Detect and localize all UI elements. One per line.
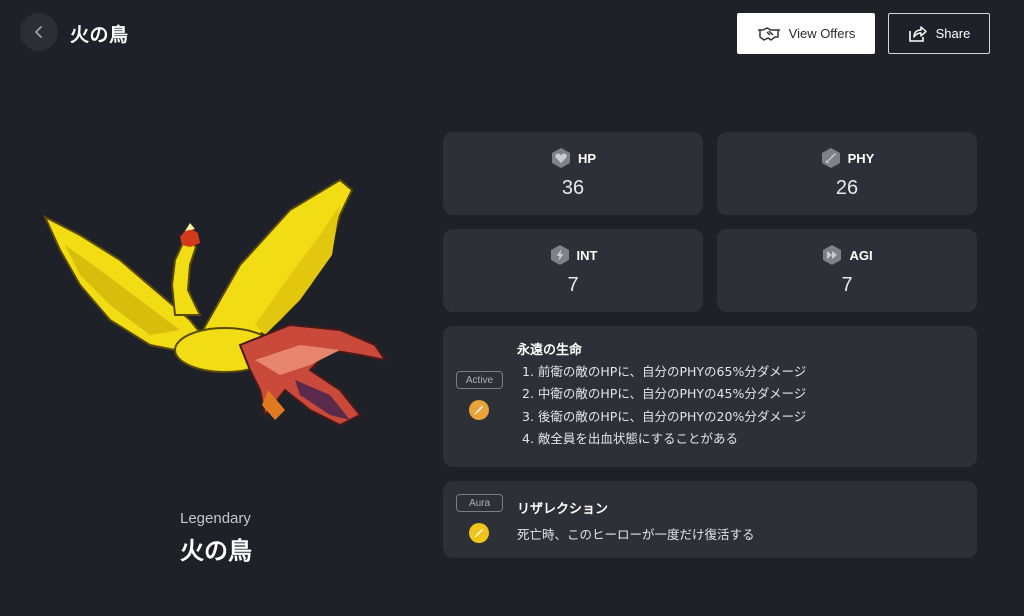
view-offers-label: View Offers — [788, 26, 856, 41]
skill-effect-line: 2. 中衛の敵のHPに、自分のPHYの45%分ダメージ — [522, 386, 807, 402]
chevron-left-icon — [34, 26, 42, 38]
phoenix-hero-image — [42, 178, 388, 427]
stat-label: AGI — [849, 247, 873, 263]
stat-value: 7 — [567, 274, 579, 296]
skill-description: 死亡時、このヒーローが一度だけ復活する — [517, 527, 755, 542]
stat-card-int: INT 7 — [443, 229, 703, 312]
share-icon — [908, 25, 927, 42]
skill-effect-line: 3. 後衛の敵のHPに、自分のPHYの20%分ダメージ — [522, 408, 807, 424]
skill-effect-line: 1. 前衛の敵のHPに、自分のPHYの65%分ダメージ — [522, 364, 807, 379]
stat-value: 36 — [561, 177, 585, 199]
lightning-hex-icon — [550, 245, 569, 265]
stat-label: PHY — [847, 150, 875, 166]
handshake-icon — [757, 26, 780, 41]
hero-name: 火の鳥 — [180, 537, 252, 565]
skill-effect-line: 4. 敵全員を出血状態にすることがある — [522, 430, 739, 446]
back-button[interactable] — [20, 13, 58, 51]
stat-card-phy: PHY 26 — [717, 132, 977, 215]
skill-effect-list: 1. 前衛の敵のHPに、自分のPHYの65%分ダメージ 2. 中衛の敵のHPに、… — [522, 361, 806, 450]
stat-card-agi: AGI 7 — [717, 229, 977, 312]
stat-value: 7 — [841, 274, 853, 296]
skill-type-tag: Aura — [456, 494, 503, 512]
skill-name: 永遠の生命 — [517, 343, 583, 358]
skill-card-aura: Aura リザレクション 死亡時、このヒーローが一度だけ復活する — [443, 481, 977, 558]
skill-type-tag: Active — [456, 371, 503, 389]
sword-icon — [469, 400, 489, 420]
stat-value: 26 — [835, 177, 859, 199]
sword-hex-icon — [821, 148, 840, 168]
view-offers-button[interactable]: View Offers — [737, 13, 875, 54]
skill-card-active: Active 永遠の生命 1. 前衛の敵のHPに、自分のPHYの65%分ダメージ… — [443, 326, 977, 467]
fast-forward-hex-icon — [823, 245, 842, 265]
share-label: Share — [935, 26, 971, 41]
share-button[interactable]: Share — [888, 13, 990, 54]
page-title: 火の鳥 — [70, 24, 129, 46]
stat-label: HP — [577, 150, 597, 166]
stat-card-hp: HP 36 — [443, 132, 703, 215]
skill-name: リザレクション — [517, 502, 609, 517]
hero-rarity: Legendary — [180, 510, 251, 527]
heart-hex-icon — [551, 148, 570, 168]
stat-label: INT — [576, 247, 598, 263]
sword-icon — [469, 523, 489, 543]
